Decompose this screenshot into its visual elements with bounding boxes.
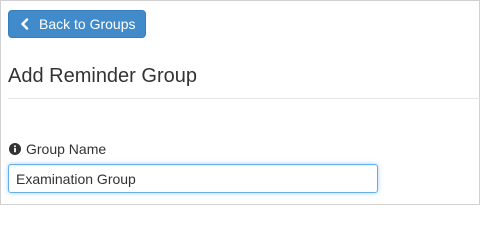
group-name-input[interactable] bbox=[8, 164, 378, 193]
group-name-label: Group Name bbox=[9, 141, 106, 157]
page-title: Add Reminder Group bbox=[8, 65, 197, 87]
back-button-label: Back to Groups bbox=[39, 16, 136, 32]
back-to-groups-button[interactable]: Back to Groups bbox=[8, 10, 146, 38]
title-divider bbox=[8, 98, 480, 99]
group-name-label-text: Group Name bbox=[26, 141, 107, 157]
page-container: Back to Groups Add Reminder Group Group … bbox=[0, 0, 480, 205]
chevron-left-icon bbox=[19, 18, 31, 30]
info-circle-icon bbox=[9, 143, 21, 155]
